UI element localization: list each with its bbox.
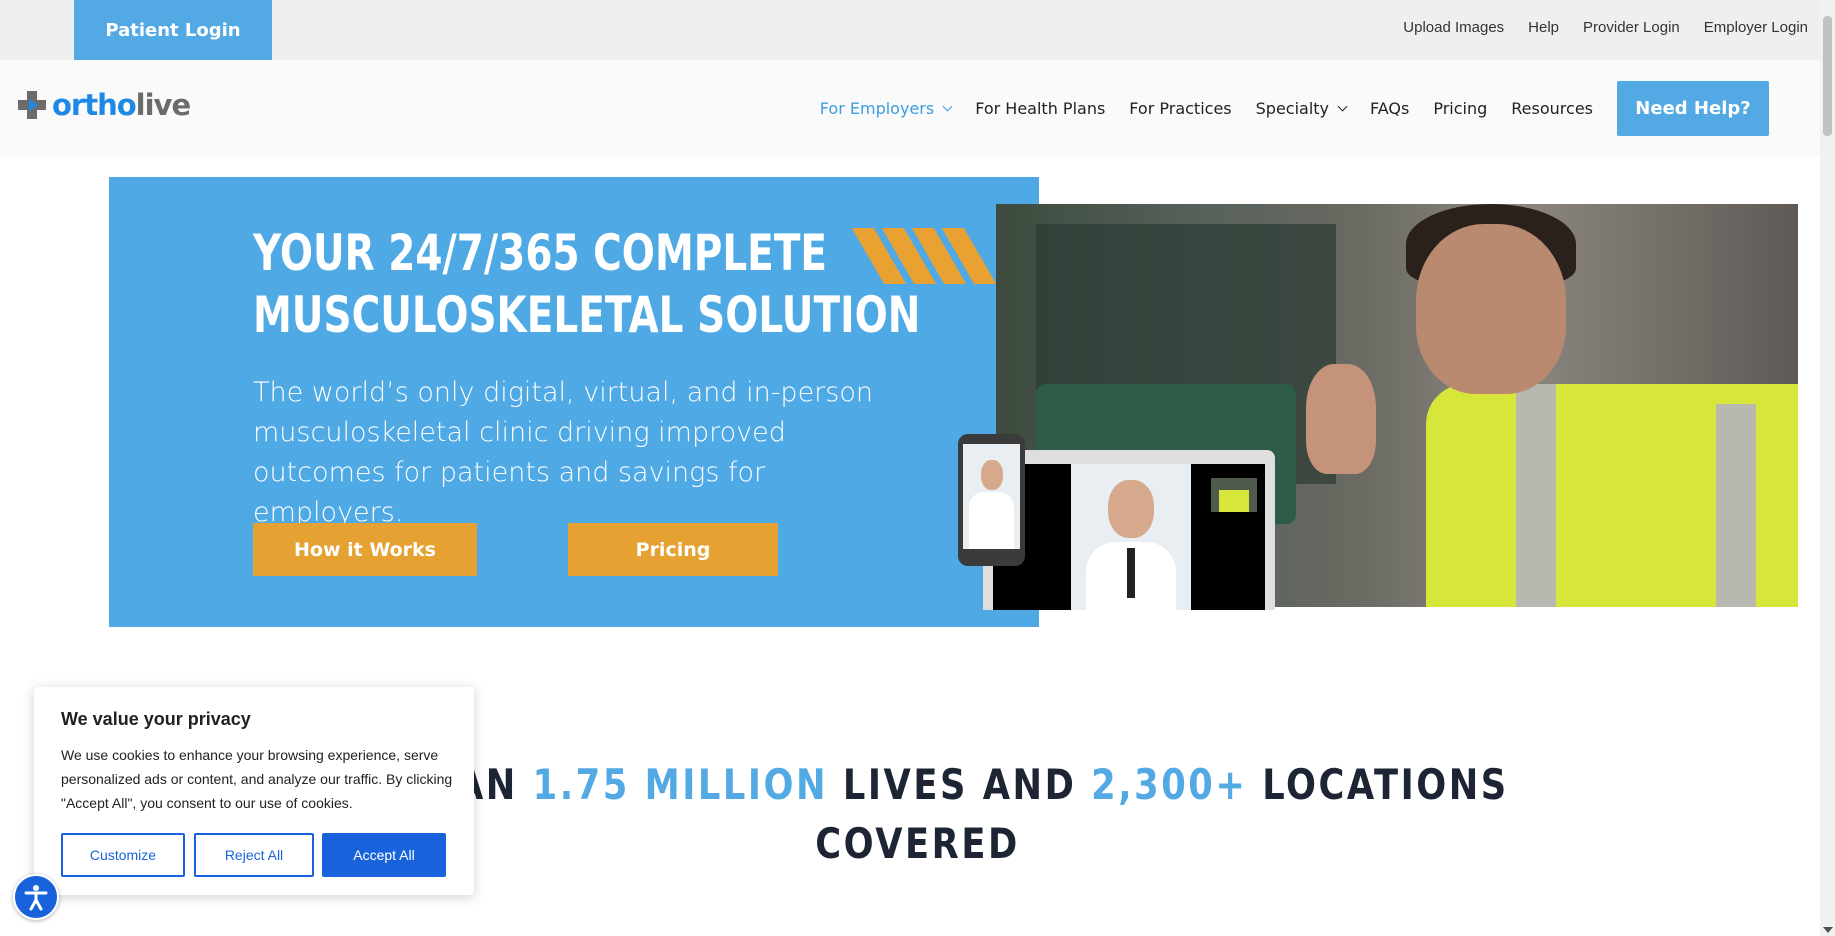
hero-title-line2: MUSCULOSKELETAL SOLUTION xyxy=(253,286,921,344)
employer-login-link[interactable]: Employer Login xyxy=(1704,19,1808,36)
scrollbar-thumb[interactable] xyxy=(1823,16,1832,136)
reject-all-button[interactable]: Reject All xyxy=(194,833,314,877)
hero-title-line1: YOUR 24/7/365 COMPLETE xyxy=(253,224,828,282)
decorative-stripes xyxy=(850,228,1000,284)
patient-login-button[interactable]: Patient Login xyxy=(74,0,272,60)
nav-for-employers-label: For Employers xyxy=(819,98,935,118)
nav-specialty[interactable]: Specialty xyxy=(1255,98,1348,118)
help-link[interactable]: Help xyxy=(1528,19,1559,36)
logo-cross-icon xyxy=(18,91,46,119)
accept-all-button[interactable]: Accept All xyxy=(322,833,446,877)
accessibility-icon[interactable] xyxy=(13,874,59,920)
primary-nav: For Employers For Health Plans For Pract… xyxy=(820,60,1593,156)
ortholive-logo[interactable]: ortholive xyxy=(18,88,191,122)
chevron-down-icon xyxy=(942,101,953,111)
laptop-video-call-image xyxy=(983,450,1275,610)
provider-login-link[interactable]: Provider Login xyxy=(1583,19,1680,36)
stats-mid: LIVES AND xyxy=(828,760,1092,809)
phone-video-call-image xyxy=(958,434,1025,566)
logo-text: ortholive xyxy=(52,88,191,122)
page: Patient Login Upload Images Help Provide… xyxy=(0,0,1835,936)
cookie-body: We use cookies to enhance your browsing … xyxy=(61,747,453,811)
need-help-button[interactable]: Need Help? xyxy=(1617,81,1769,136)
nav-for-employers[interactable]: For Employers xyxy=(819,98,953,118)
stats-post: LOCATIONS xyxy=(1247,760,1509,809)
logo-text-ortho: ortho xyxy=(52,88,137,122)
page-scrollbar[interactable] xyxy=(1820,0,1835,936)
nav-specialty-label: Specialty xyxy=(1255,98,1330,118)
hero-subtitle: The world’s only digital, virtual, and i… xyxy=(253,377,873,528)
logo-text-live: live xyxy=(135,88,191,122)
utility-bar: Patient Login Upload Images Help Provide… xyxy=(0,0,1835,60)
main-header: ortholive For Employers For Health Plans… xyxy=(0,60,1835,156)
customize-button[interactable]: Customize xyxy=(61,833,185,877)
upload-images-link[interactable]: Upload Images xyxy=(1403,19,1504,36)
chevron-down-icon xyxy=(1337,101,1348,111)
hero-title: YOUR 24/7/365 COMPLETE MUSCULOSKELETAL S… xyxy=(253,222,921,346)
nav-pricing[interactable]: Pricing xyxy=(1433,99,1487,118)
pricing-button[interactable]: Pricing xyxy=(568,523,778,576)
nav-resources[interactable]: Resources xyxy=(1511,99,1593,118)
nav-for-practices[interactable]: For Practices xyxy=(1129,99,1231,118)
nav-for-health-plans[interactable]: For Health Plans xyxy=(975,99,1105,118)
stats-locations-value: 2,300+ xyxy=(1091,760,1248,809)
how-it-works-button[interactable]: How it Works xyxy=(253,523,477,576)
scroll-down-arrow-icon[interactable] xyxy=(1823,927,1833,933)
cookie-title: We value your privacy xyxy=(61,709,251,729)
cookie-consent-panel: We value your privacy We use cookies to … xyxy=(34,687,474,895)
utility-links: Upload Images Help Provider Login Employ… xyxy=(1403,0,1808,54)
nav-faqs[interactable]: FAQs xyxy=(1370,99,1409,118)
stats-lives-value: 1.75 MILLION xyxy=(532,760,829,809)
